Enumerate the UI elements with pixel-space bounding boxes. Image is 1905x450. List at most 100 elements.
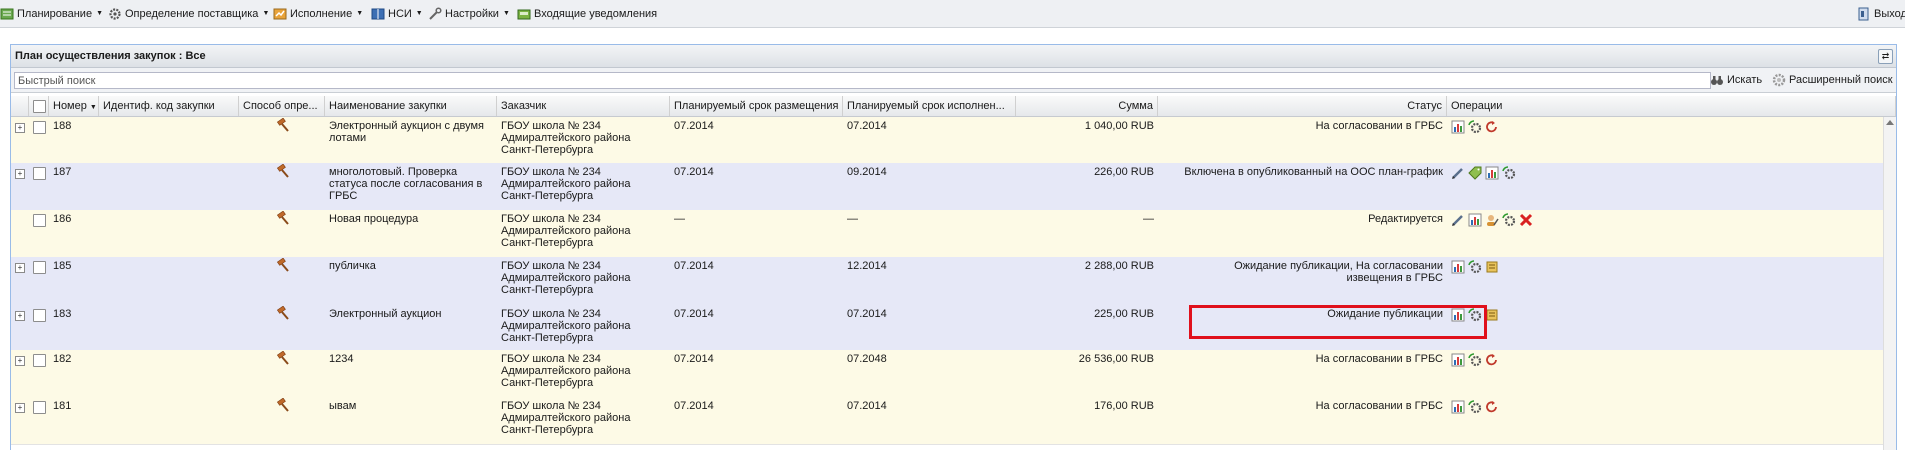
gear-arrows-icon[interactable] xyxy=(1468,120,1482,134)
advanced-search-label: Расширенный поиск xyxy=(1789,74,1893,86)
row-checkbox[interactable] xyxy=(33,309,46,322)
table-row[interactable]: +183 Электронный аукцион ГБОУ школа № 234 … xyxy=(11,305,1883,351)
chart-icon[interactable] xyxy=(1451,353,1465,367)
menu-inbox[interactable]: Входящие уведомления xyxy=(517,5,657,22)
status-badge: На согласовании в ГРБС xyxy=(1315,120,1443,132)
column-ident[interactable]: Идентиф. код закупки xyxy=(99,96,239,116)
column-operations[interactable]: Операции xyxy=(1447,96,1896,116)
binoculars-icon xyxy=(1710,73,1724,87)
row-checkbox[interactable] xyxy=(33,261,46,274)
gear-arrows-icon[interactable] xyxy=(1502,213,1516,227)
column-method[interactable]: Способ опре... xyxy=(239,96,325,116)
row-checkbox[interactable] xyxy=(33,214,46,227)
row-expand-toggle[interactable]: + xyxy=(15,263,25,273)
menu-nsi[interactable]: НСИ ▼ xyxy=(371,5,423,22)
column-customer[interactable]: Заказчик xyxy=(497,96,670,116)
panel-title: План осуществления закупок : Все xyxy=(15,50,206,62)
menu-supplier[interactable]: Определение поставщика ▼ xyxy=(108,5,269,22)
table-row[interactable]: +181 ывам ГБОУ школа № 234 Адмиралтейского… xyxy=(11,397,1883,445)
delete-x-icon[interactable] xyxy=(1519,213,1533,227)
row-operations xyxy=(1451,166,1516,180)
select-all-header[interactable] xyxy=(29,96,49,116)
row-expand-toggle[interactable]: + xyxy=(15,123,25,133)
row-expand-toggle[interactable]: + xyxy=(15,403,25,413)
auction-hammer-icon xyxy=(275,350,291,370)
column-sum[interactable]: Сумма xyxy=(1016,96,1158,116)
exit-button[interactable]: Выход xyxy=(1857,5,1905,22)
edit-pencil-icon[interactable] xyxy=(1451,166,1465,180)
auction-hammer-icon xyxy=(275,117,291,137)
row-sum: 2 288,00 RUB xyxy=(1084,260,1154,272)
menu-execution-label: Исполнение xyxy=(290,7,353,20)
row-sum: 26 536,00 RUB xyxy=(1078,353,1154,365)
menu-settings[interactable]: Настройки ▼ xyxy=(428,5,510,22)
edit-pencil-icon[interactable] xyxy=(1451,213,1465,227)
row-procurement-name[interactable]: Новая процедура xyxy=(329,213,493,225)
column-status[interactable]: Статус xyxy=(1158,96,1447,116)
row-sum: 176,00 RUB xyxy=(1094,400,1154,412)
chart-icon[interactable] xyxy=(1451,400,1465,414)
exit-label: Выход xyxy=(1874,7,1905,20)
table-row[interactable]: +185 публичка ГБОУ школа № 234 Адмиралтейс… xyxy=(11,257,1883,306)
row-procurement-name[interactable]: многолотовый. Проверка статуса после сог… xyxy=(329,166,493,202)
tag-icon[interactable] xyxy=(1468,166,1482,180)
menu-planning[interactable]: Планирование ▼ xyxy=(0,5,103,22)
refresh-icon[interactable] xyxy=(1485,353,1499,367)
menu-execution[interactable]: Исполнение ▼ xyxy=(273,5,363,22)
column-number[interactable]: Номер ▼ xyxy=(49,96,99,116)
row-sum: 226,00 RUB xyxy=(1094,166,1154,178)
gear-arrows-icon[interactable] xyxy=(1468,400,1482,414)
column-ident-label: Идентиф. код закупки xyxy=(103,100,215,112)
menu-settings-label: Настройки xyxy=(445,7,499,20)
vertical-scrollbar[interactable] xyxy=(1883,117,1896,450)
refresh-icon[interactable] xyxy=(1485,120,1499,134)
row-procurement-name[interactable]: ывам xyxy=(329,400,493,412)
supplier-gear-icon xyxy=(108,7,122,21)
scroll-up-arrow-icon[interactable] xyxy=(1886,120,1894,125)
gear-arrows-icon[interactable] xyxy=(1468,353,1482,367)
scroll-icon[interactable] xyxy=(1485,260,1499,274)
table-row[interactable]: 186 Новая процедура ГБОУ школа № 234 Адмир… xyxy=(11,210,1883,258)
column-exec-date[interactable]: Планируемый срок исполнен... xyxy=(843,96,1016,116)
procurement-plan-panel: План осуществления закупок : Все ⇄ Искат… xyxy=(10,44,1897,450)
advanced-search-button[interactable]: Расширенный поиск xyxy=(1772,73,1893,87)
chart-icon[interactable] xyxy=(1485,166,1499,180)
row-number: 183 xyxy=(53,308,72,320)
menu-supplier-label: Определение поставщика xyxy=(125,7,259,20)
search-button[interactable]: Искать xyxy=(1710,73,1762,87)
panel-refresh-tool[interactable]: ⇄ xyxy=(1878,49,1893,64)
row-procurement-name[interactable]: публичка xyxy=(329,260,493,272)
row-checkbox[interactable] xyxy=(33,167,46,180)
chart-icon[interactable] xyxy=(1451,260,1465,274)
row-expand-toggle[interactable]: + xyxy=(15,311,25,321)
row-checkbox[interactable] xyxy=(33,401,46,414)
row-customer: ГБОУ школа № 234 Адмиралтейского района … xyxy=(501,260,631,296)
row-sum: 225,00 RUB xyxy=(1094,308,1154,320)
column-exec-date-label: Планируемый срок исполнен... xyxy=(847,100,1005,112)
refresh-icon[interactable] xyxy=(1485,400,1499,414)
gear-arrows-icon[interactable] xyxy=(1502,166,1516,180)
row-checkbox[interactable] xyxy=(33,121,46,134)
table-row[interactable]: +187 многолотовый. Проверка статуса после… xyxy=(11,163,1883,211)
row-place-date: 07.2014 xyxy=(674,120,714,132)
column-name[interactable]: Наименование закупки xyxy=(325,96,497,116)
gear-arrows-icon[interactable] xyxy=(1468,260,1482,274)
row-procurement-name[interactable]: Электронный аукцион xyxy=(329,308,493,320)
row-procurement-name[interactable]: Электронный аукцион с двумя лотами xyxy=(329,120,493,144)
chart-icon[interactable] xyxy=(1468,213,1482,227)
column-place-date[interactable]: Планируемый срок размещения xyxy=(670,96,843,116)
row-procurement-name[interactable]: 1234 xyxy=(329,353,493,365)
reference-book-icon xyxy=(371,7,385,21)
select-all-checkbox[interactable] xyxy=(33,100,46,113)
table-row[interactable]: +188 Электронный аукцион с двумя лотами ГБ… xyxy=(11,117,1883,164)
scroll-icon[interactable] xyxy=(1485,308,1499,322)
column-number-label: Номер xyxy=(53,100,87,112)
table-row[interactable]: +182 1234 ГБОУ школа № 234 Адмиралтейского… xyxy=(11,350,1883,398)
row-expand-toggle[interactable]: + xyxy=(15,356,25,366)
quick-search-input[interactable] xyxy=(14,72,1711,89)
chart-icon[interactable] xyxy=(1451,120,1465,134)
row-checkbox[interactable] xyxy=(33,354,46,367)
auction-hammer-icon xyxy=(275,397,291,417)
row-expand-toggle[interactable]: + xyxy=(15,169,25,179)
user-edit-icon[interactable] xyxy=(1485,213,1499,227)
